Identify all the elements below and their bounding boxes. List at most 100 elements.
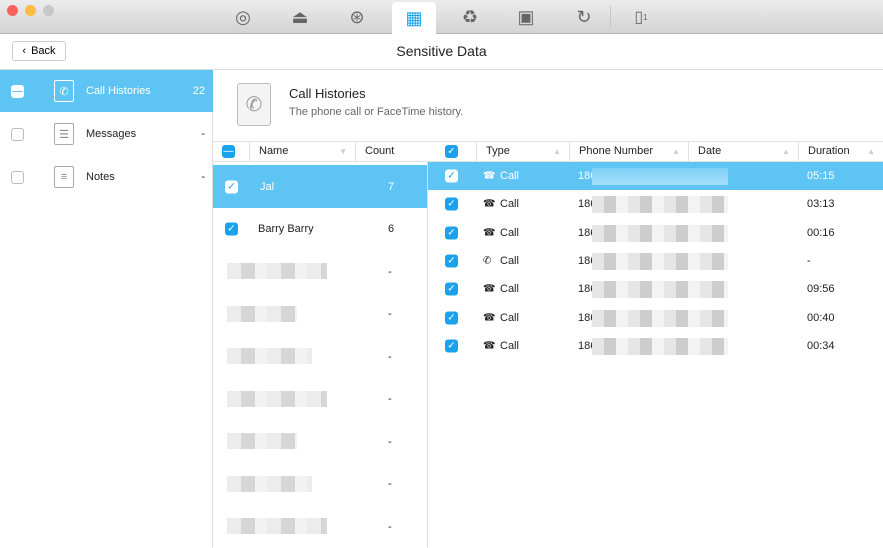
contact-row[interactable]: - bbox=[213, 293, 427, 336]
redacted-phone-date bbox=[592, 224, 728, 242]
call-duration: - bbox=[807, 254, 811, 267]
contact-row[interactable]: ✓ Barry Barry 6 bbox=[213, 208, 427, 251]
airplay-icon[interactable]: ◎ bbox=[230, 4, 256, 30]
row-checkbox[interactable]: ✓ bbox=[445, 282, 458, 296]
row-checkbox[interactable]: ✓ bbox=[445, 339, 458, 353]
column-label: Type bbox=[486, 145, 510, 157]
select-all-checkbox-cell: — bbox=[213, 142, 249, 161]
contact-count: - bbox=[388, 393, 392, 405]
column-type[interactable]: Type ▲ bbox=[476, 142, 569, 161]
contact-name: Jal bbox=[260, 180, 275, 193]
call-type: Call bbox=[500, 339, 519, 352]
contact-count: 7 bbox=[388, 180, 395, 193]
sidebar-item-count: 22 bbox=[192, 85, 205, 97]
redacted-name bbox=[227, 263, 327, 279]
redacted-name bbox=[227, 433, 297, 449]
column-name[interactable]: Name ▼ bbox=[249, 142, 355, 161]
redacted-phone-date bbox=[592, 309, 728, 327]
row-checkbox[interactable]: ✓ bbox=[445, 311, 458, 324]
contact-row[interactable]: ✓ Jal 7 bbox=[213, 165, 427, 208]
contact-row[interactable]: - bbox=[213, 250, 427, 293]
column-count[interactable]: Count bbox=[355, 142, 428, 161]
sort-asc-icon: ▲ bbox=[782, 147, 790, 156]
call-row[interactable]: ✓ ✆ Call 186 - bbox=[428, 247, 883, 275]
sidebar-item-call-histories[interactable]: — ✆ Call Histories 22 bbox=[0, 70, 213, 112]
sort-asc-icon: ▲ bbox=[553, 147, 561, 156]
contact-row[interactable]: - bbox=[213, 505, 427, 548]
call-row[interactable]: ✓ ☎ Call 186 03:13 bbox=[428, 190, 883, 218]
device-icon[interactable]: ▯ 1 bbox=[628, 4, 654, 30]
select-all-checkbox[interactable]: — bbox=[222, 145, 235, 158]
row-checkbox[interactable]: ✓ bbox=[445, 169, 458, 183]
call-type: Call bbox=[500, 254, 519, 267]
row-checkbox[interactable]: ✓ bbox=[445, 226, 458, 240]
call-duration: 00:16 bbox=[807, 226, 835, 239]
call-icon: ☎ bbox=[483, 283, 496, 295]
call-icon: ☎ bbox=[483, 198, 496, 210]
row-checkbox[interactable]: ✓ bbox=[445, 254, 458, 268]
sidebar-item-label: Notes bbox=[86, 171, 115, 183]
contact-count: - bbox=[388, 308, 392, 320]
redacted-phone-date bbox=[592, 281, 728, 299]
sidebar-item-notes[interactable]: ≡ Notes - bbox=[0, 156, 213, 198]
restore-icon[interactable]: ↻ bbox=[571, 4, 597, 30]
category-info: ✆ Call Histories The phone call or FaceT… bbox=[213, 70, 883, 140]
row-checkbox[interactable]: ✓ bbox=[225, 222, 238, 236]
select-all-checkbox-cell: ✓ bbox=[428, 142, 476, 161]
cleanup-broom-icon[interactable]: ⏏ bbox=[287, 4, 313, 30]
trash-icon[interactable]: ♻ bbox=[457, 4, 483, 30]
title-bar: ◎ ⏏ ⊛ ▦ ♻ ▣ ↻ ▯ 1 bbox=[0, 0, 883, 34]
call-duration: 03:13 bbox=[807, 198, 835, 211]
contact-count: 6 bbox=[388, 223, 395, 235]
close-window-button[interactable] bbox=[7, 5, 18, 16]
zoom-window-button[interactable] bbox=[43, 5, 54, 16]
checkbox[interactable]: — bbox=[11, 84, 24, 98]
call-icon: ☎ bbox=[483, 227, 496, 239]
calls-table-header: ✓ Type ▲ Phone Number ▲ Date ▲ Duration ▲ bbox=[428, 141, 883, 162]
call-row[interactable]: ✓ ☎ Call 186 00:34 bbox=[428, 332, 883, 360]
row-checkbox[interactable]: ✓ bbox=[225, 180, 238, 193]
sort-asc-icon: ▲ bbox=[867, 147, 875, 156]
select-all-checkbox[interactable]: ✓ bbox=[445, 145, 458, 158]
sidebar-item-label: Messages bbox=[86, 128, 137, 140]
contact-row[interactable]: - bbox=[213, 335, 427, 378]
checkbox[interactable] bbox=[11, 127, 24, 141]
phone-document-icon: ✆ bbox=[237, 83, 271, 126]
call-row[interactable]: ✓ ☎ Call 186 00:16 bbox=[428, 219, 883, 247]
column-phone-number[interactable]: Phone Number ▲ bbox=[569, 142, 688, 161]
call-row[interactable]: ✓ ☎ Call 186 09:56 bbox=[428, 275, 883, 303]
contact-row[interactable]: - bbox=[213, 420, 427, 463]
redacted-name bbox=[227, 518, 327, 534]
call-type: Call bbox=[500, 226, 519, 239]
column-duration[interactable]: Duration ▲ bbox=[798, 142, 883, 161]
contact-row[interactable]: - bbox=[213, 378, 427, 421]
call-duration: 09:56 bbox=[807, 283, 835, 296]
privacy-shredder-icon[interactable]: ▦ bbox=[392, 2, 436, 34]
internet-globe-icon[interactable]: ⊛ bbox=[344, 4, 370, 30]
contact-row[interactable]: - bbox=[213, 463, 427, 506]
contact-count: - bbox=[388, 350, 392, 363]
column-date[interactable]: Date ▲ bbox=[688, 142, 798, 161]
toolbox-icon[interactable]: ▣ bbox=[513, 4, 539, 30]
redacted-name bbox=[227, 475, 312, 492]
sidebar-item-count: - bbox=[201, 128, 205, 140]
message-icon: ☰ bbox=[54, 123, 74, 145]
contact-count: - bbox=[388, 435, 392, 448]
contact-count: - bbox=[388, 478, 392, 490]
contact-count: - bbox=[388, 265, 392, 278]
call-type: Call bbox=[500, 311, 519, 324]
category-title: Call Histories bbox=[289, 86, 366, 101]
sidebar: — ✆ Call Histories 22 ☰ Messages - ≡ Not… bbox=[0, 70, 213, 547]
sidebar-item-messages[interactable]: ☰ Messages - bbox=[0, 113, 213, 155]
column-label: Phone Number bbox=[579, 145, 653, 157]
row-checkbox[interactable]: ✓ bbox=[445, 197, 458, 211]
category-subtitle: The phone call or FaceTime history. bbox=[289, 106, 464, 118]
checkbox[interactable] bbox=[11, 170, 24, 184]
contact-name: Barry Barry bbox=[258, 223, 314, 235]
redacted-name bbox=[227, 390, 327, 407]
call-row[interactable]: ✓ ☎ Call 186 05:15 bbox=[428, 162, 883, 190]
call-duration: 05:15 bbox=[807, 170, 835, 182]
contact-count: - bbox=[388, 520, 392, 533]
minimize-window-button[interactable] bbox=[25, 5, 36, 16]
call-row[interactable]: ✓ ☎ Call 186 00:40 bbox=[428, 304, 883, 332]
